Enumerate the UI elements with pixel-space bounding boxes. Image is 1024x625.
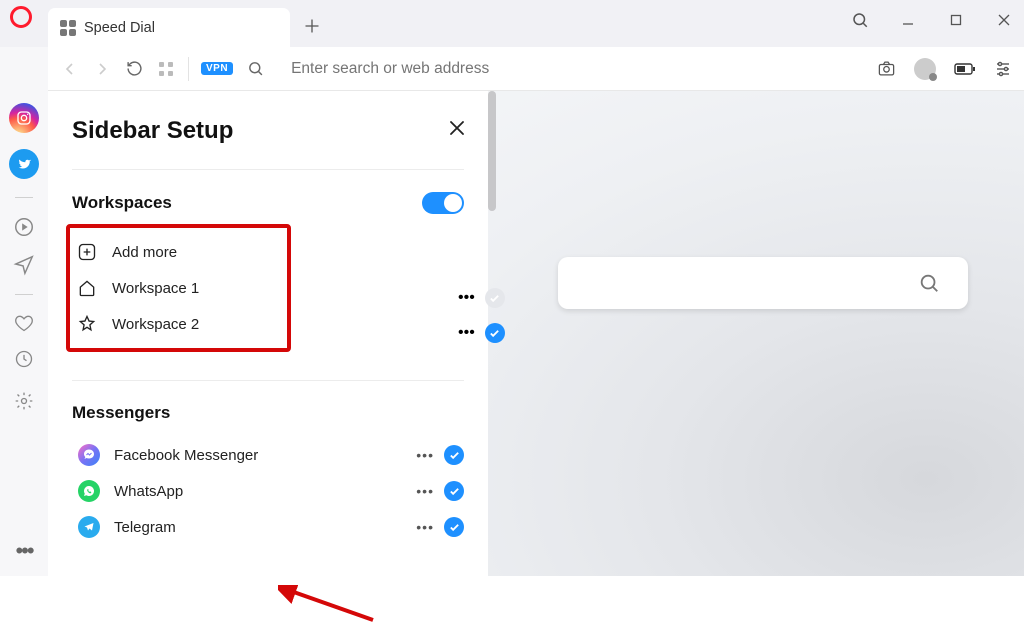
workspace-2-check[interactable] [485, 323, 505, 343]
back-button[interactable] [60, 59, 80, 79]
heart-icon[interactable] [14, 313, 34, 333]
messenger-fb-label: Facebook Messenger [114, 447, 258, 464]
tab-title: Speed Dial [84, 20, 155, 36]
messenger-tg-more[interactable]: ••• [416, 519, 434, 535]
address-input[interactable] [291, 60, 865, 78]
minimize-button[interactable] [896, 8, 920, 32]
send-icon[interactable] [13, 254, 35, 276]
rail-divider [15, 294, 33, 295]
workspace-item-1[interactable]: Workspace 1 [70, 270, 287, 306]
star-icon [76, 313, 98, 335]
maximize-button[interactable] [944, 8, 968, 32]
telegram-icon [78, 516, 100, 538]
messenger-wa-label: WhatsApp [114, 483, 183, 500]
messenger-fb-more[interactable]: ••• [416, 447, 434, 463]
messenger-item-telegram[interactable]: Telegram [72, 509, 416, 545]
snapshot-icon[interactable] [877, 59, 896, 78]
vpn-badge[interactable]: VPN [201, 62, 233, 75]
facebook-messenger-icon [78, 444, 100, 466]
sidebar-rail: ••• [0, 47, 48, 576]
workspaces-heading: Workspaces [72, 193, 172, 213]
add-workspace-button[interactable]: Add more [70, 234, 287, 270]
workspace-1-label: Workspace 1 [112, 280, 199, 297]
forward-button[interactable] [92, 59, 112, 79]
workspace-2-more[interactable]: ••• [458, 324, 475, 342]
easy-setup-icon[interactable] [994, 60, 1012, 78]
speed-dial-icon [60, 20, 76, 36]
search-tabs-icon[interactable] [848, 8, 872, 32]
new-tab-button[interactable] [300, 14, 324, 38]
messenger-tg-label: Telegram [114, 519, 176, 536]
whatsapp-icon [78, 480, 100, 502]
messenger-fb-check[interactable] [444, 445, 464, 465]
close-button[interactable] [992, 8, 1016, 32]
search-icon[interactable] [245, 59, 265, 79]
annotation-arrow [278, 585, 378, 625]
messenger-wa-more[interactable]: ••• [416, 483, 434, 499]
messenger-item-whatsapp[interactable]: WhatsApp [72, 473, 416, 509]
more-icon[interactable]: ••• [15, 538, 32, 564]
settings-icon[interactable] [14, 391, 34, 411]
speed-dial-search[interactable] [558, 257, 968, 309]
battery-icon[interactable] [954, 62, 976, 76]
twitter-icon[interactable] [9, 149, 39, 179]
workspace-item-2[interactable]: Workspace 2 [70, 306, 287, 342]
sidebar-setup-panel: Sidebar Setup Workspaces Add more Worksp… [48, 91, 488, 576]
annotation-highlight: Add more Workspace 1 Workspace 2 [66, 224, 291, 352]
workspace-1-more[interactable]: ••• [458, 289, 475, 307]
opera-logo-icon[interactable] [10, 6, 32, 28]
reload-button[interactable] [124, 59, 144, 79]
profile-avatar[interactable] [914, 58, 936, 80]
speed-dial-grid-icon[interactable] [156, 59, 176, 79]
messengers-heading: Messengers [72, 403, 170, 423]
player-icon[interactable] [13, 216, 35, 238]
messenger-wa-check[interactable] [444, 481, 464, 501]
home-icon [76, 277, 98, 299]
add-workspace-label: Add more [112, 244, 177, 261]
history-icon[interactable] [14, 349, 34, 369]
plus-square-icon [76, 241, 98, 263]
workspace-1-check[interactable] [485, 288, 505, 308]
address-bar: VPN [48, 47, 1024, 91]
messenger-tg-check[interactable] [444, 517, 464, 537]
workspace-2-label: Workspace 2 [112, 316, 199, 333]
tab-speed-dial[interactable]: Speed Dial [48, 8, 290, 47]
instagram-icon[interactable] [9, 103, 39, 133]
rail-divider [15, 197, 33, 198]
titlebar: Speed Dial [0, 0, 1024, 47]
messenger-item-facebook[interactable]: Facebook Messenger [72, 437, 416, 473]
search-icon [918, 272, 940, 294]
close-panel-button[interactable] [448, 119, 466, 137]
workspaces-toggle[interactable] [422, 192, 464, 214]
panel-title: Sidebar Setup [72, 117, 464, 145]
scrollbar-thumb[interactable] [488, 91, 496, 211]
